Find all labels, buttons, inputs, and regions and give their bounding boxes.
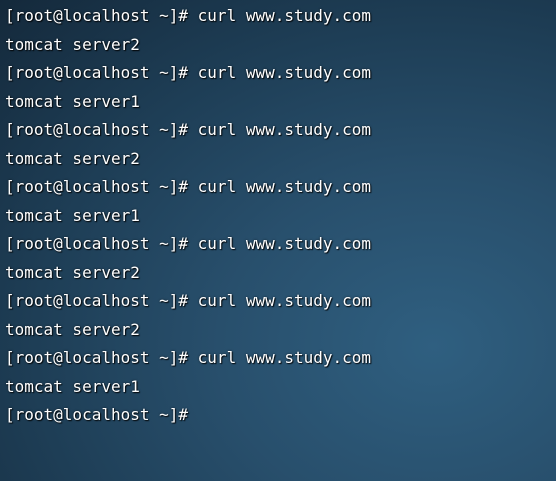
command-line: [root@localhost ~]# curl www.study.com <box>5 120 371 139</box>
command-output: tomcat server1 <box>5 92 140 111</box>
terminal-entry: [root@localhost ~]# curl www.study.com t… <box>5 177 556 234</box>
terminal-entry: [root@localhost ~]# curl www.study.com t… <box>5 348 556 405</box>
final-shell-prompt[interactable]: [root@localhost ~]# <box>5 405 188 424</box>
command-text: curl www.study.com <box>188 177 372 196</box>
terminal-entry: [root@localhost ~]# curl www.study.com t… <box>5 63 556 120</box>
command-line: [root@localhost ~]# curl www.study.com <box>5 6 371 25</box>
terminal-entry: [root@localhost ~]# curl www.study.com t… <box>5 291 556 348</box>
command-output: tomcat server2 <box>5 263 140 282</box>
terminal-entry: [root@localhost ~]# curl www.study.com t… <box>5 6 556 63</box>
command-text: curl www.study.com <box>188 120 372 139</box>
shell-prompt: [root@localhost ~]# <box>5 291 189 310</box>
command-output: tomcat server1 <box>5 377 140 396</box>
shell-prompt: [root@localhost ~]# <box>5 348 189 367</box>
command-output: tomcat server1 <box>5 206 140 225</box>
command-text: curl www.study.com <box>188 348 372 367</box>
terminal-entry: [root@localhost ~]# curl www.study.com t… <box>5 234 556 291</box>
terminal-entry: [root@localhost ~]# curl www.study.com t… <box>5 120 556 177</box>
command-output: tomcat server2 <box>5 35 140 54</box>
command-text: curl www.study.com <box>188 291 372 310</box>
command-output: tomcat server2 <box>5 149 140 168</box>
shell-prompt: [root@localhost ~]# <box>5 177 189 196</box>
command-text: curl www.study.com <box>188 234 372 253</box>
shell-prompt: [root@localhost ~]# <box>5 234 189 253</box>
command-text: curl www.study.com <box>188 6 372 25</box>
command-output: tomcat server2 <box>5 320 140 339</box>
command-line: [root@localhost ~]# curl www.study.com <box>5 348 371 367</box>
shell-prompt: [root@localhost ~]# <box>5 63 189 82</box>
command-line: [root@localhost ~]# curl www.study.com <box>5 234 371 253</box>
command-line: [root@localhost ~]# curl www.study.com <box>5 63 371 82</box>
command-text: curl www.study.com <box>188 63 372 82</box>
shell-prompt: [root@localhost ~]# <box>5 120 189 139</box>
command-line: [root@localhost ~]# curl www.study.com <box>5 177 371 196</box>
shell-prompt: [root@localhost ~]# <box>5 6 189 25</box>
command-line: [root@localhost ~]# curl www.study.com <box>5 291 371 310</box>
